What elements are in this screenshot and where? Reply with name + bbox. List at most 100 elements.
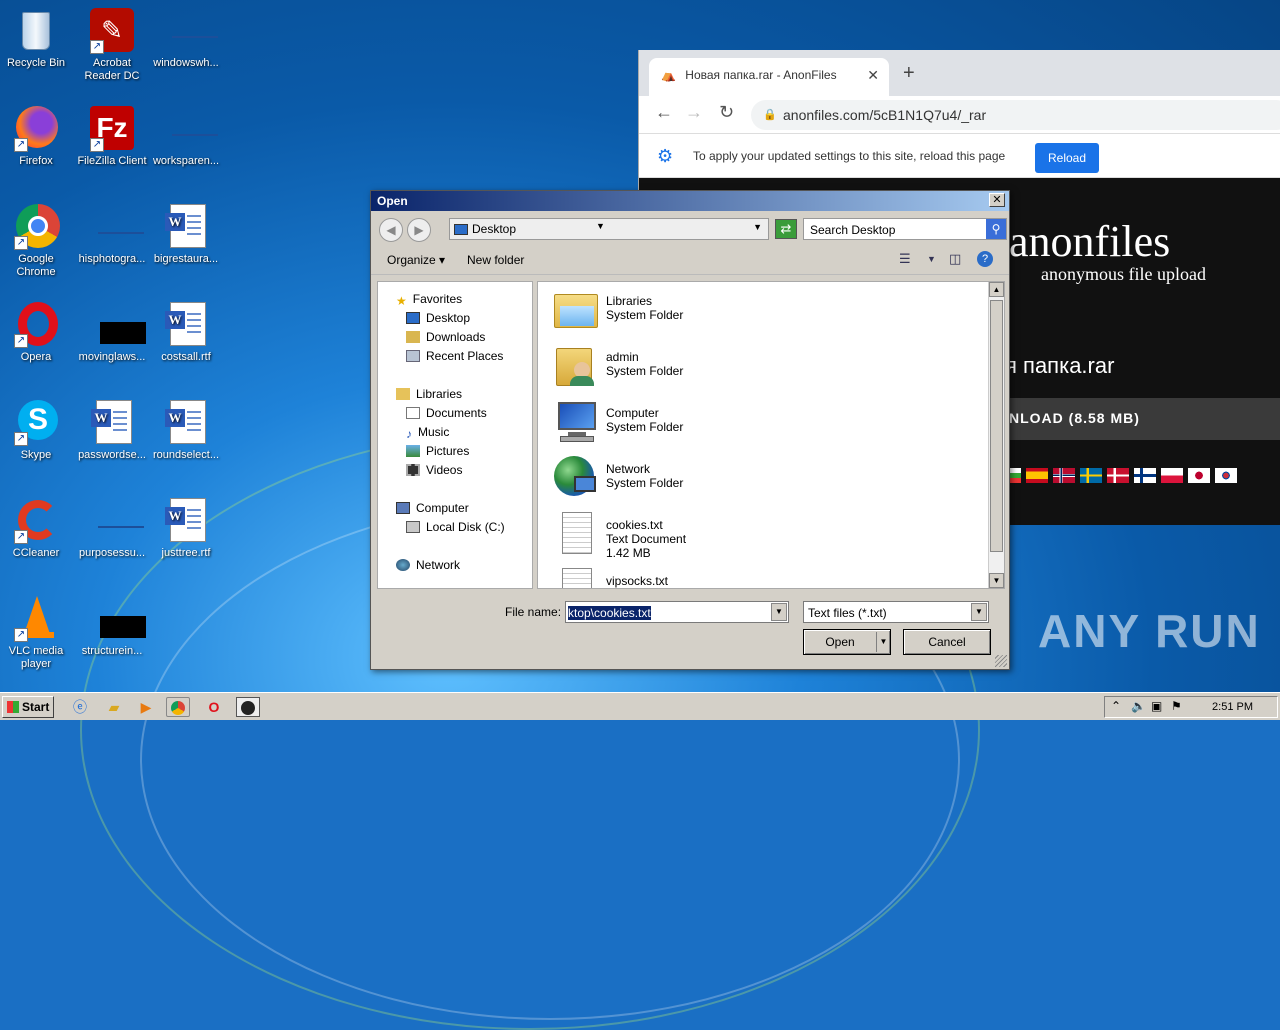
preview-pane-icon[interactable]: ◫ [949, 251, 961, 267]
flag-icon[interactable] [1134, 468, 1156, 483]
anyrun-watermark: ANY RUN [1038, 605, 1261, 657]
nav-music[interactable]: ♪ Music [406, 425, 449, 441]
opera-icon[interactable]: O [202, 697, 226, 717]
desktop-icon-label: bigrestaura... [153, 253, 219, 265]
file-type-select[interactable]: Text files (*.txt) ▼ [803, 601, 989, 623]
reload-button[interactable]: Reload [1035, 143, 1099, 173]
desktop-icon-vlc[interactable]: ↗ VLC media player [0, 594, 74, 671]
file-name-input[interactable]: ktop\cookies.txt ▼ [565, 601, 789, 623]
download-button[interactable]: NLOAD (8.58 MB) [999, 398, 1280, 440]
address-bar[interactable]: 🔒 anonfiles.com/5cB1N1Q7u4/_rar [751, 100, 1280, 130]
desktop-icon-file[interactable]: W bigrestaura... [148, 202, 224, 266]
flag-icon[interactable] [1215, 468, 1237, 483]
chevron-down-icon[interactable]: ▼ [971, 603, 987, 621]
desktop-icon-file[interactable]: W passwordse... [74, 398, 150, 462]
desktop-icon-file[interactable]: windowswh... [148, 6, 224, 70]
address-row: ◀ ▶ Desktop ▼ ▼ ⇄ Search Desktop ⚲ [371, 211, 1009, 242]
flag-icon[interactable] [1026, 468, 1048, 483]
desktop-icon-firefox[interactable]: ↗ Firefox [0, 104, 74, 168]
organize-button[interactable]: Organize ▾ [387, 253, 445, 267]
flag-icon[interactable] [1161, 468, 1183, 483]
chevron-down-icon[interactable]: ▼ [771, 603, 787, 621]
nav-libraries[interactable]: Libraries [396, 387, 462, 401]
desktop-icon-ccleaner[interactable]: ↗ CCleaner [0, 496, 74, 560]
desktop-icon-label: justtree.rtf [161, 547, 211, 559]
new-tab-icon[interactable]: + [903, 62, 915, 85]
refresh-icon[interactable]: ⇄ [775, 219, 797, 239]
desktop-icon-file[interactable]: movinglaws... [74, 300, 150, 364]
desktop-icon-file[interactable]: structurein... [74, 594, 150, 658]
nav-network[interactable]: Network [396, 558, 460, 572]
word-document-icon: W [162, 202, 210, 250]
volume-icon[interactable]: 🔈 [1131, 699, 1146, 713]
forward-icon[interactable]: ▶ [407, 218, 431, 242]
browser-tab[interactable]: ⛺ Новая папка.rar - AnonFiles ✕ [649, 58, 889, 96]
recent-places-icon [406, 350, 420, 362]
desktop-icon-file[interactable]: purposessu... [74, 496, 150, 560]
back-icon[interactable]: ← [655, 102, 673, 123]
scroll-thumb[interactable] [990, 300, 1003, 552]
chevron-down-icon[interactable]: ▼ [753, 222, 762, 232]
flag-icon[interactable] [1107, 468, 1129, 483]
reload-icon[interactable]: ↻ [719, 102, 734, 123]
file-type-value: Text files (*.txt) [808, 606, 887, 620]
chevron-down-icon[interactable]: ▼ [876, 632, 890, 652]
folder-icon[interactable]: ▰ [102, 697, 126, 717]
app-window-icon[interactable] [236, 697, 260, 717]
clock[interactable]: 2:51 PM [1212, 701, 1253, 713]
desktop-icon-recycle-bin[interactable]: Recycle Bin [0, 6, 74, 70]
desktop-icon-file[interactable]: W justtree.rtf [148, 496, 224, 560]
forward-icon[interactable]: → [685, 102, 703, 123]
desktop-icon-opera[interactable]: ↗ Opera [0, 300, 74, 364]
nav-favorites[interactable]: ★ Favorites [396, 292, 462, 308]
nav-downloads[interactable]: Downloads [406, 330, 485, 344]
desktop-icon-file[interactable]: W roundselect... [148, 398, 224, 462]
scroll-down-icon[interactable]: ▼ [989, 573, 1004, 588]
dialog-title-bar: Open ✕ [371, 191, 1009, 211]
cancel-button[interactable]: Cancel [903, 629, 991, 655]
nav-desktop[interactable]: Desktop [406, 311, 470, 325]
flag-icon[interactable] [1053, 468, 1075, 483]
media-player-icon[interactable]: ▶ [134, 697, 158, 717]
view-options-icon[interactable]: ☰ [899, 251, 911, 267]
start-button[interactable]: Start [2, 696, 54, 718]
close-tab-icon[interactable]: ✕ [867, 67, 879, 84]
flag-icon[interactable]: ⚑ [1171, 699, 1182, 713]
nav-computer[interactable]: Computer [396, 501, 469, 515]
open-button[interactable]: Open ▼ [803, 629, 891, 655]
help-icon[interactable]: ? [977, 251, 993, 267]
search-icon[interactable]: ⚲ [986, 219, 1006, 239]
address-breadcrumb[interactable]: Desktop ▼ ▼ [449, 218, 769, 240]
close-icon[interactable]: ✕ [989, 193, 1005, 207]
desktop-icon-file[interactable]: hisphotogra... [74, 202, 150, 266]
chevron-down-icon[interactable]: ▼ [927, 254, 936, 264]
resize-grip[interactable] [995, 655, 1007, 667]
back-icon[interactable]: ◀ [379, 218, 403, 242]
search-input[interactable]: Search Desktop ⚲ [803, 218, 1007, 240]
new-folder-button[interactable]: New folder [467, 253, 524, 267]
nav-videos[interactable]: Videos [406, 463, 462, 477]
nav-pictures[interactable]: Pictures [406, 444, 469, 458]
desktop-icon-file[interactable]: W costsall.rtf [148, 300, 224, 364]
desktop-icon-chrome[interactable]: ↗ Google Chrome [0, 202, 74, 279]
nav-label: Pictures [426, 444, 470, 458]
flag-icon[interactable] [1080, 468, 1102, 483]
file-type: System Folder [606, 364, 684, 378]
vertical-scrollbar[interactable]: ▲ ▼ [988, 282, 1004, 588]
internet-explorer-icon[interactable]: ⓔ [68, 697, 92, 717]
desktop-icon-filezilla[interactable]: Fz ↗ FileZilla Client [74, 104, 150, 168]
scroll-up-icon[interactable]: ▲ [989, 282, 1004, 297]
desktop-icon-label: movinglaws... [78, 351, 146, 363]
chevron-down-icon[interactable]: ▼ [596, 221, 605, 231]
desktop-icon-acrobat[interactable]: ✎ ↗ Acrobat Reader DC [74, 6, 150, 83]
chevron-up-icon[interactable]: ⌃ [1111, 699, 1121, 713]
nav-local-disk[interactable]: Local Disk (C:) [406, 520, 505, 534]
nav-documents[interactable]: Documents [406, 406, 487, 420]
desktop-icon-file[interactable]: worksparen... [148, 104, 224, 168]
chrome-icon[interactable] [166, 697, 190, 717]
site-logo: anonfiles [1009, 217, 1171, 266]
desktop-icon-skype[interactable]: S ↗ Skype [0, 398, 74, 462]
network-icon[interactable]: ▣ [1151, 699, 1162, 713]
nav-recent-places[interactable]: Recent Places [406, 349, 503, 363]
flag-icon[interactable] [1188, 468, 1210, 483]
